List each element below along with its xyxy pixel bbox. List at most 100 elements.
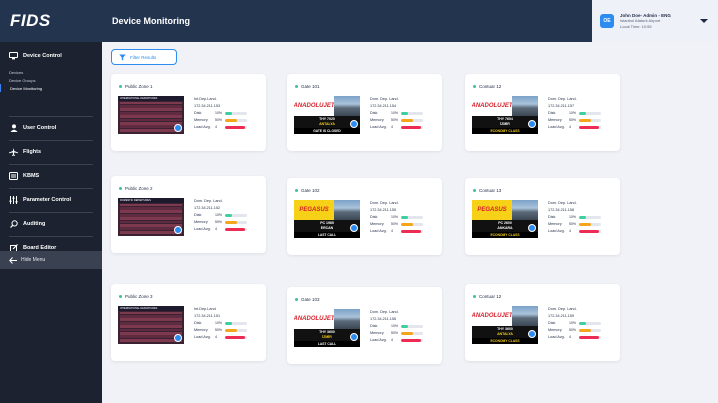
device-screen-preview[interactable]: ANADOLUJET THY 3600 İZMİR LAST CALL <box>294 309 360 347</box>
metric-label: Memory <box>370 222 384 226</box>
zoom-icon[interactable] <box>350 120 358 128</box>
metric-value: 10% <box>215 111 223 115</box>
device-title: Contuar 12 <box>473 294 501 299</box>
memory-metric: Memory 50% <box>370 330 435 337</box>
memory-metric: Memory 50% <box>370 221 435 228</box>
device-screen-preview[interactable]: ANADOLUJET THY 7604 İZMİR ECONOMY CLASS <box>472 96 538 134</box>
device-card[interactable]: Gate 103 ANADOLUJET THY 3600 İZMİR LAST C… <box>287 287 442 364</box>
device-card[interactable]: Contuar 12 ANADOLUJET THY 3600 ANTALYA EC… <box>465 284 620 361</box>
disk-bar <box>579 322 601 325</box>
device-screen-preview[interactable]: DOMESTIC DEPARTURES <box>118 198 184 236</box>
device-screen-preview[interactable]: PEGASUS PC 2600 ANKARA ECONOMY CLASS <box>472 200 538 238</box>
device-type: Dom. Dep. Land. <box>370 310 399 314</box>
zoom-icon[interactable] <box>528 330 536 338</box>
device-screen-preview[interactable]: ANADOLUJET THY 3600 ANTALYA ECONOMY CLASS <box>472 306 538 344</box>
sidebar-item-auditing[interactable]: Auditing <box>0 216 102 232</box>
sidebar-item-kbms[interactable]: KBMS <box>0 168 102 184</box>
sidebar-item-parameter-control[interactable]: Parameter Control <box>0 192 102 208</box>
sidebar-subitem-device-monitoring[interactable]: Device Monitoring <box>0 84 102 92</box>
board-row <box>120 125 182 129</box>
device-card[interactable]: Contuar 13 PEGASUS PC 2600 ANKARA ECONOMY… <box>465 178 620 255</box>
device-card[interactable]: Gate 101 ANADOLUJET THY 7020 ANTALYA GATE… <box>287 74 442 151</box>
load-metric: Load Avg. 4 <box>370 337 435 344</box>
device-card[interactable]: Public Zone 3 INTERNATIONAL DEPARTURES I… <box>111 284 266 361</box>
disk-bar <box>225 112 247 115</box>
destination-photo <box>334 309 360 329</box>
disk-bar <box>579 112 601 115</box>
device-screen-preview[interactable]: ANADOLUJET THY 7020 ANTALYA GATE IS CLOSE… <box>294 96 360 134</box>
device-title: Gate 103 <box>295 297 320 302</box>
metric-label: Disk <box>548 321 556 325</box>
monitor-icon <box>9 52 18 61</box>
metric-value: 50% <box>391 222 399 226</box>
device-card[interactable]: Contuar 12 ANADOLUJET THY 7604 İZMİR ECON… <box>465 74 620 151</box>
disk-bar <box>401 216 423 219</box>
metric-label: Disk <box>194 213 202 217</box>
sidebar-subitem-devices[interactable]: Devices <box>0 68 102 76</box>
device-card[interactable]: Gate 102 PEGASUS PC 1985 ERCAN LAST CALL … <box>287 178 442 255</box>
user-menu[interactable]: OE John Doe- Admin - ENG Istanbul Atatur… <box>592 0 718 42</box>
memory-bar <box>579 223 601 226</box>
sidebar-item-flights[interactable]: Flights <box>0 144 102 160</box>
device-card[interactable]: Public Zone 2 DOMESTIC DEPARTURES Dom. D… <box>111 176 266 253</box>
board-row <box>120 227 182 231</box>
device-info: Int.Dep.Land 172.34.211.151 Disk 10% Memo… <box>194 306 259 341</box>
metric-label: Load Avg. <box>370 229 387 233</box>
zoom-icon[interactable] <box>174 124 182 132</box>
load-bar <box>579 126 601 129</box>
destination-photo <box>512 306 538 326</box>
device-card[interactable]: Public Zone 1 INTERNATIONAL DEPARTURES I… <box>111 74 266 151</box>
sidebar-divider <box>9 140 93 141</box>
device-screen-preview[interactable]: INTERNATIONAL DEPARTURES <box>118 96 184 134</box>
zoom-icon[interactable] <box>174 226 182 234</box>
device-type: Int.Dep.Land. <box>194 97 217 101</box>
airline-logo: ANADOLUJET <box>294 96 335 116</box>
load-metric: Load Avg. 4 <box>194 124 259 131</box>
logo-area: FIDS <box>0 0 102 42</box>
board-row <box>120 210 182 214</box>
sidebar-item-user-control[interactable]: User Control <box>0 120 102 136</box>
sidebar-item-label: Auditing <box>23 221 46 227</box>
zoom-icon[interactable] <box>174 334 182 342</box>
device-name: Contuar 12 <box>479 84 502 89</box>
memory-metric: Memory 50% <box>548 327 613 334</box>
board-row <box>120 338 182 342</box>
filter-results-button[interactable]: Filter Results <box>111 49 177 65</box>
device-name: Gate 103 <box>301 297 320 302</box>
memory-bar <box>579 119 601 122</box>
board-row <box>120 101 182 105</box>
memory-bar <box>401 223 423 226</box>
load-bar <box>401 230 423 233</box>
board-row <box>120 121 182 125</box>
hide-menu-button[interactable]: Hide Menu <box>0 251 102 269</box>
status-dot <box>473 85 476 88</box>
device-info: Int.Dep.Land. 172.34.211.153 Disk 10% Mem… <box>194 96 259 131</box>
metric-value: 50% <box>215 220 223 224</box>
zoom-icon[interactable] <box>350 333 358 341</box>
sidebar-divider <box>9 116 93 117</box>
zoom-icon[interactable] <box>350 224 358 232</box>
metric-label: Disk <box>548 215 556 219</box>
load-metric: Load Avg. 4 <box>370 124 435 131</box>
load-bar <box>579 230 601 233</box>
metric-value: 50% <box>569 222 577 226</box>
board-header: INTERNATIONAL DEPARTURES <box>118 96 184 101</box>
zoom-icon[interactable] <box>528 224 536 232</box>
gate-status: GATE IS CLOSED <box>294 128 360 134</box>
chevron-down-icon[interactable] <box>700 19 708 23</box>
device-ip: 172.34.211.154 <box>370 104 397 108</box>
device-screen-preview[interactable]: INTERNATIONAL DEPARTURES <box>118 306 184 344</box>
metric-value: 10% <box>391 324 399 328</box>
status-dot <box>295 298 298 301</box>
device-screen-preview[interactable]: PEGASUS PC 1985 ERCAN LAST CALL <box>294 200 360 238</box>
sidebar-divider <box>9 212 93 213</box>
user-local-time: Local Time: 10:55 <box>620 23 652 29</box>
sidebar-divider <box>9 164 93 165</box>
gate-status: ECONOMY CLASS <box>472 128 538 134</box>
zoom-icon[interactable] <box>528 120 536 128</box>
metric-label: Memory <box>370 118 384 122</box>
sidebar-subitem-device-groups[interactable]: Device Groups <box>0 76 102 84</box>
sidebar-item-device-control[interactable]: Device Control <box>0 48 102 64</box>
metric-label: Disk <box>370 324 378 328</box>
device-info: Dom. Dep. Land. 172.34.211.158 Disk 10% M… <box>548 200 613 235</box>
